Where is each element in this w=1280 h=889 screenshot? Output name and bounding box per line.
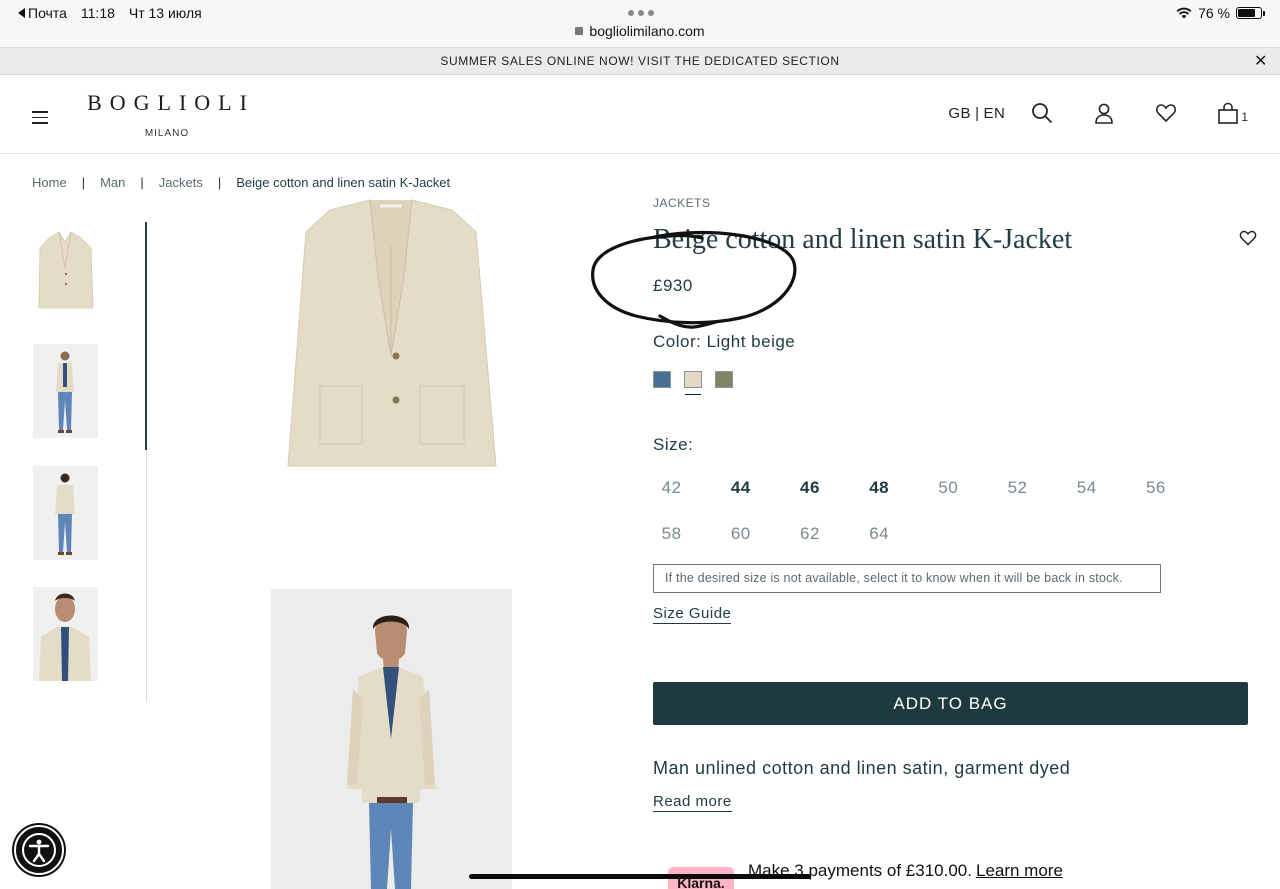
thumbnail-model-back[interactable] (33, 466, 98, 560)
status-date: Чт 13 июля (128, 5, 202, 21)
url-text: bogliolimilano.com (589, 23, 705, 39)
site-header: BOGLIOLI MILANO GB | EN 1 (0, 76, 1280, 154)
size-option[interactable]: 44 (706, 478, 775, 499)
size-option[interactable]: 64 (845, 524, 914, 545)
bag-icon (1218, 102, 1239, 124)
size-label: Size: (653, 435, 694, 454)
size-option[interactable]: 50 (914, 478, 983, 499)
product-price: £930 (653, 276, 693, 295)
size-option[interactable]: 52 (983, 478, 1052, 499)
lang-separator: | (975, 104, 980, 122)
wishlist-heart-icon[interactable] (1239, 229, 1257, 247)
logo-sub: MILANO (144, 128, 190, 139)
product-description: Man unlined cotton and linen satin, garm… (653, 758, 1071, 778)
menu-icon[interactable] (32, 111, 48, 128)
color-label: Color: Light beige (653, 332, 796, 351)
product-category[interactable]: JACKETS (653, 196, 1253, 210)
breadcrumb-home[interactable]: Home (32, 175, 67, 190)
home-indicator[interactable] (469, 874, 811, 879)
add-to-bag-button[interactable]: ADD TO BAG (653, 682, 1248, 725)
promo-banner[interactable]: SUMMER SALES ONLINE NOW! VISIT THE DEDIC… (0, 48, 1280, 75)
back-arrow-icon (18, 8, 25, 18)
active-thumbnail-indicator (145, 222, 147, 450)
swatch-light-beige[interactable] (684, 371, 702, 395)
product-image-front[interactable] (270, 196, 513, 496)
size-grid: 42 44 46 48 50 52 54 56 58 60 62 64 (637, 478, 1193, 545)
read-more-link[interactable]: Read more (653, 793, 732, 812)
color-swatches (653, 371, 733, 395)
klarna-learn-more-link[interactable]: Learn more (976, 861, 1063, 880)
size-option[interactable]: 46 (775, 478, 844, 499)
close-icon[interactable]: ✕ (1254, 48, 1268, 75)
header-actions: GB | EN 1 (948, 102, 1248, 124)
breadcrumb-man[interactable]: Man (100, 175, 125, 190)
thumbnail-jacket-front[interactable] (33, 222, 98, 316)
address-bar[interactable]: bogliolimilano.com (0, 23, 1280, 39)
size-option[interactable]: 48 (845, 478, 914, 499)
breadcrumb-current: Beige cotton and linen satin K-Jacket (236, 175, 451, 190)
stock-note: If the desired size is not available, se… (653, 564, 1161, 593)
breadcrumb: Home | Man | Jackets | Beige cotton and … (32, 175, 450, 190)
breadcrumb-separator: | (81, 175, 86, 190)
breadcrumb-separator: | (140, 175, 144, 190)
size-option[interactable]: 62 (775, 524, 844, 545)
size-guide-link[interactable]: Size Guide (653, 605, 732, 624)
battery-level (1238, 9, 1255, 17)
thumbnail-model-front[interactable] (33, 344, 98, 438)
size-option[interactable]: 42 (637, 478, 706, 499)
country-code: GB (948, 104, 972, 122)
size-option[interactable]: 56 (1121, 478, 1190, 499)
swatch-olive[interactable] (715, 371, 733, 388)
bag-button[interactable]: 1 (1217, 102, 1248, 124)
thumbnail-strip (33, 222, 147, 702)
heart-icon[interactable] (1155, 102, 1177, 124)
back-app-label: Почта (28, 5, 67, 21)
status-time: 11:18 (80, 5, 115, 21)
language-code: EN (983, 104, 1006, 122)
multitasking-dots-icon[interactable] (628, 10, 654, 16)
user-icon[interactable] (1093, 102, 1115, 124)
accessibility-icon (22, 833, 56, 867)
size-option[interactable]: 60 (706, 524, 775, 545)
language-selector[interactable]: GB | EN (948, 105, 1005, 122)
lock-icon (575, 27, 584, 35)
status-right: 76 % (1176, 5, 1265, 21)
battery-percent: 76 % (1198, 5, 1230, 21)
promo-text: SUMMER SALES ONLINE NOW! VISIT THE DEDIC… (440, 54, 840, 68)
swatch-blue[interactable] (653, 371, 671, 388)
status-left: Почта 11:18 Чт 13 июля (18, 5, 202, 21)
breadcrumb-jackets[interactable]: Jackets (159, 175, 203, 190)
product-image-model[interactable] (271, 589, 512, 889)
thumbnail-model-closeup[interactable] (33, 587, 98, 681)
bag-count: 1 (1241, 110, 1248, 124)
accessibility-button[interactable] (14, 825, 64, 875)
wifi-icon (1176, 7, 1192, 19)
back-to-app-button[interactable]: Почта (18, 5, 67, 21)
logo-brand: BOGLIOLI (87, 90, 255, 115)
ios-status-bar: Почта 11:18 Чт 13 июля bogliolimilano.co… (0, 0, 1280, 48)
breadcrumb-separator: | (217, 175, 222, 190)
product-info: JACKETS Beige cotton and linen satin K-J… (653, 196, 1257, 889)
search-icon[interactable] (1031, 102, 1053, 124)
site-logo[interactable]: BOGLIOLI MILANO (77, 90, 257, 139)
size-option[interactable]: 54 (1052, 478, 1121, 499)
battery-icon (1236, 7, 1265, 19)
product-title: Beige cotton and linen satin K-Jacket (653, 224, 1073, 255)
size-option[interactable]: 58 (637, 524, 706, 545)
